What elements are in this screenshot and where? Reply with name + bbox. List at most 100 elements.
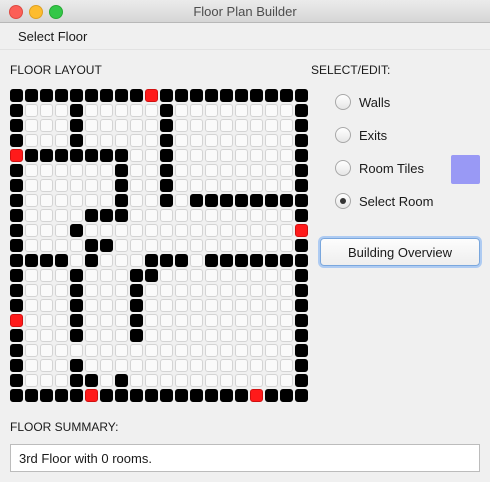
floor-tile[interactable] — [25, 194, 38, 207]
wall-tile[interactable] — [55, 254, 68, 267]
floor-tile[interactable] — [25, 164, 38, 177]
floor-tile[interactable] — [190, 119, 203, 132]
floor-tile[interactable] — [250, 164, 263, 177]
floor-tile[interactable] — [160, 344, 173, 357]
floor-tile[interactable] — [220, 344, 233, 357]
floor-tile[interactable] — [190, 284, 203, 297]
floor-tile[interactable] — [265, 224, 278, 237]
floor-tile[interactable] — [175, 119, 188, 132]
floor-tile[interactable] — [190, 374, 203, 387]
wall-tile[interactable] — [85, 374, 98, 387]
radio-room-tiles-indicator[interactable] — [335, 160, 351, 176]
wall-tile[interactable] — [25, 89, 38, 102]
floor-tile[interactable] — [220, 179, 233, 192]
floor-tile[interactable] — [190, 134, 203, 147]
floor-tile[interactable] — [235, 149, 248, 162]
wall-tile[interactable] — [295, 239, 308, 252]
floor-tile[interactable] — [40, 119, 53, 132]
wall-tile[interactable] — [10, 164, 23, 177]
wall-tile[interactable] — [10, 89, 23, 102]
wall-tile[interactable] — [115, 209, 128, 222]
floor-tile[interactable] — [115, 104, 128, 117]
wall-tile[interactable] — [70, 314, 83, 327]
floor-tile[interactable] — [265, 269, 278, 282]
wall-tile[interactable] — [295, 389, 308, 402]
wall-tile[interactable] — [265, 389, 278, 402]
floor-tile[interactable] — [25, 239, 38, 252]
floor-tile[interactable] — [70, 344, 83, 357]
floor-tile[interactable] — [85, 119, 98, 132]
floor-tile[interactable] — [250, 134, 263, 147]
wall-tile[interactable] — [295, 164, 308, 177]
wall-tile[interactable] — [10, 284, 23, 297]
floor-tile[interactable] — [235, 179, 248, 192]
floor-tile[interactable] — [205, 179, 218, 192]
floor-tile[interactable] — [220, 374, 233, 387]
wall-tile[interactable] — [145, 389, 158, 402]
floor-tile[interactable] — [40, 314, 53, 327]
floor-tile[interactable] — [40, 239, 53, 252]
floor-tile[interactable] — [40, 179, 53, 192]
floor-tile[interactable] — [100, 104, 113, 117]
wall-tile[interactable] — [235, 89, 248, 102]
floor-tile[interactable] — [280, 374, 293, 387]
wall-tile[interactable] — [115, 179, 128, 192]
wall-tile[interactable] — [115, 149, 128, 162]
floor-tile[interactable] — [100, 119, 113, 132]
floor-tile[interactable] — [235, 104, 248, 117]
floor-tile[interactable] — [55, 344, 68, 357]
floor-tile[interactable] — [280, 224, 293, 237]
floor-tile[interactable] — [205, 149, 218, 162]
floor-tile[interactable] — [175, 104, 188, 117]
floor-tile[interactable] — [130, 254, 143, 267]
floor-tile[interactable] — [220, 299, 233, 312]
floor-tile[interactable] — [190, 299, 203, 312]
floor-tile[interactable] — [55, 104, 68, 117]
floor-tile[interactable] — [190, 149, 203, 162]
wall-tile[interactable] — [205, 389, 218, 402]
floor-tile[interactable] — [235, 344, 248, 357]
floor-tile[interactable] — [235, 119, 248, 132]
floor-tile[interactable] — [145, 374, 158, 387]
floor-tile[interactable] — [235, 284, 248, 297]
floor-tile[interactable] — [115, 239, 128, 252]
wall-tile[interactable] — [235, 254, 248, 267]
wall-tile[interactable] — [70, 374, 83, 387]
floor-tile[interactable] — [265, 299, 278, 312]
wall-tile[interactable] — [190, 389, 203, 402]
floor-tile[interactable] — [190, 179, 203, 192]
wall-tile[interactable] — [100, 149, 113, 162]
floor-tile[interactable] — [265, 149, 278, 162]
wall-tile[interactable] — [295, 119, 308, 132]
floor-tile[interactable] — [100, 179, 113, 192]
floor-tile[interactable] — [100, 374, 113, 387]
wall-tile[interactable] — [130, 269, 143, 282]
floor-summary-field[interactable]: 3rd Floor with 0 rooms. — [10, 444, 480, 472]
floor-tile[interactable] — [100, 254, 113, 267]
floor-tile[interactable] — [205, 119, 218, 132]
floor-tile[interactable] — [85, 104, 98, 117]
floor-tile[interactable] — [220, 269, 233, 282]
floor-tile[interactable] — [190, 254, 203, 267]
floor-tile[interactable] — [70, 194, 83, 207]
floor-tile[interactable] — [85, 134, 98, 147]
wall-tile[interactable] — [220, 389, 233, 402]
floor-tile[interactable] — [55, 284, 68, 297]
floor-tile[interactable] — [175, 269, 188, 282]
floor-tile[interactable] — [280, 329, 293, 342]
floor-tile[interactable] — [250, 344, 263, 357]
floor-tile[interactable] — [130, 344, 143, 357]
wall-tile[interactable] — [145, 254, 158, 267]
wall-tile[interactable] — [10, 269, 23, 282]
floor-tile[interactable] — [265, 179, 278, 192]
wall-tile[interactable] — [130, 329, 143, 342]
wall-tile[interactable] — [10, 179, 23, 192]
floor-tile[interactable] — [130, 179, 143, 192]
floor-tile[interactable] — [115, 224, 128, 237]
wall-tile[interactable] — [280, 194, 293, 207]
floor-tile[interactable] — [130, 164, 143, 177]
floor-tile[interactable] — [25, 134, 38, 147]
floor-tile[interactable] — [175, 344, 188, 357]
wall-tile[interactable] — [70, 134, 83, 147]
wall-tile[interactable] — [220, 254, 233, 267]
